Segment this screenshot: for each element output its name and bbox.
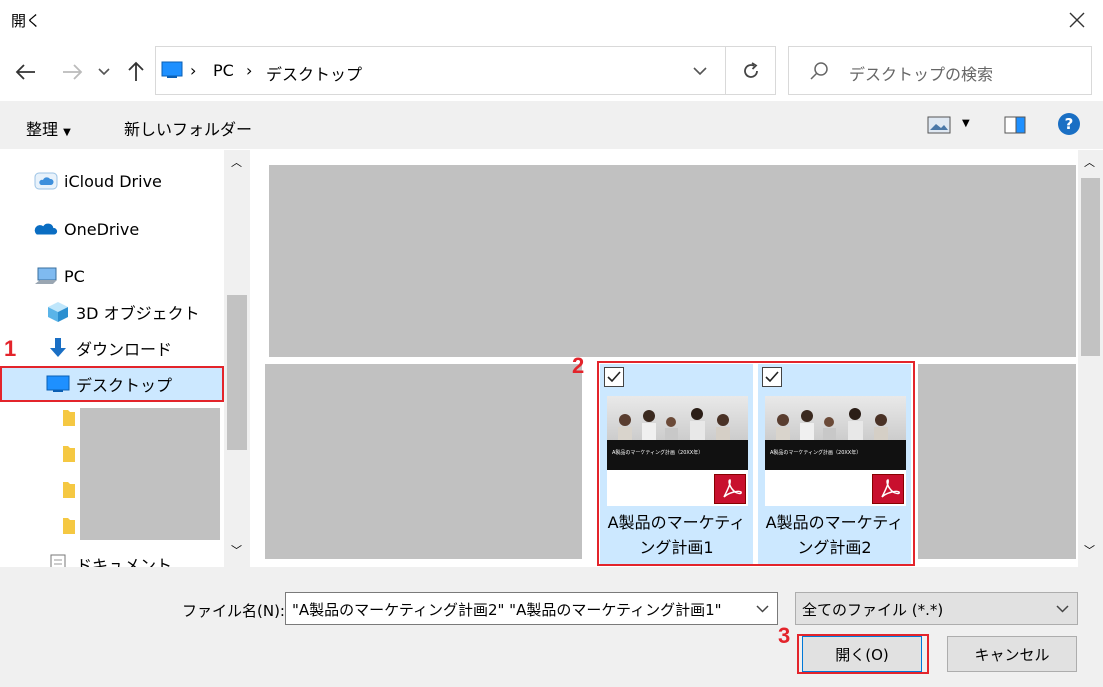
new-folder-button[interactable]: 新しいフォルダー — [124, 116, 252, 140]
onedrive-icon — [34, 217, 58, 241]
highlight-files — [597, 361, 915, 566]
chevron-down-icon[interactable] — [693, 67, 707, 76]
scroll-up-icon[interactable]: ︿ — [1084, 154, 1095, 170]
folder-icon[interactable] — [62, 480, 76, 500]
highlight-open-button — [797, 634, 929, 674]
chevron-down-icon[interactable] — [756, 605, 769, 613]
folder-icon[interactable] — [62, 408, 76, 428]
back-button[interactable] — [12, 58, 40, 86]
filename-input[interactable]: "A製品のマーケティング計画2" "A製品のマーケティング計画1" — [285, 592, 778, 625]
3d-objects-icon — [46, 300, 70, 324]
breadcrumb-separator-icon: › — [246, 61, 253, 80]
sidebar-scrollbar[interactable]: ︿ ﹀ — [224, 150, 250, 567]
redacted-folder-names — [80, 408, 220, 540]
breadcrumb-desktop[interactable]: デスクトップ — [266, 61, 362, 85]
file-view-scrollbar[interactable]: ︿ ﹀ — [1078, 150, 1103, 567]
sidebar-item-documents[interactable]: ドキュメント — [46, 548, 172, 567]
chevron-down-icon — [1056, 605, 1069, 613]
documents-icon — [46, 552, 70, 567]
scroll-down-icon[interactable]: ﹀ — [231, 542, 242, 558]
sidebar-scroll-thumb[interactable] — [227, 295, 247, 450]
recent-locations-button[interactable] — [94, 58, 114, 86]
close-icon — [1069, 12, 1085, 28]
title-bar: 開く — [0, 0, 1103, 40]
filetype-select[interactable]: 全てのファイル (*.*) — [795, 592, 1078, 625]
step-2-label: 2 — [572, 353, 585, 378]
help-icon[interactable]: ? — [1057, 112, 1081, 136]
view-options-icon[interactable] — [927, 116, 951, 134]
search-box[interactable]: デスクトップの検索 — [788, 46, 1092, 95]
scroll-up-icon[interactable]: ︿ — [231, 154, 242, 170]
cancel-button[interactable]: キャンセル — [947, 636, 1077, 672]
sidebar-item-downloads[interactable]: ダウンロード — [46, 332, 172, 364]
search-placeholder: デスクトップの検索 — [849, 65, 994, 84]
download-icon — [46, 336, 70, 360]
folder-icon[interactable] — [62, 516, 76, 536]
refresh-button[interactable] — [726, 46, 776, 95]
icloud-icon — [34, 169, 58, 193]
command-bar: 整理 ▼ 新しいフォルダー ▼ ? — [0, 101, 1103, 149]
pc-icon — [34, 264, 58, 288]
organize-button[interactable]: 整理 ▼ — [26, 116, 71, 140]
sidebar-item-3d-objects[interactable]: 3D オブジェクト — [46, 296, 200, 328]
caret-down-icon[interactable]: ▼ — [962, 118, 970, 129]
svg-text:?: ? — [1065, 115, 1074, 133]
filename-label: ファイル名(N): — [182, 602, 285, 620]
breadcrumb-pc[interactable]: PC — [213, 61, 234, 80]
refresh-icon — [743, 61, 758, 78]
breadcrumb-separator-icon: › — [190, 61, 197, 80]
redacted-file — [918, 364, 1076, 559]
preview-pane-icon[interactable] — [1004, 116, 1026, 134]
close-button[interactable] — [1063, 6, 1091, 34]
desktop-icon — [161, 61, 183, 78]
window-title: 開く — [11, 12, 42, 30]
step-1-label: 1 — [4, 336, 17, 361]
navigation-pane: iCloud Drive OneDrive PC 3D オブジェクト ダウンロー… — [0, 150, 252, 567]
arrow-up-icon — [128, 61, 144, 81]
up-button[interactable] — [122, 58, 150, 86]
forward-button[interactable] — [58, 58, 86, 86]
step-3-label: 3 — [778, 623, 791, 648]
highlight-desktop — [0, 366, 224, 402]
dialog-footer — [0, 567, 1103, 687]
folder-icon[interactable] — [62, 444, 76, 464]
sidebar-item-pc[interactable]: PC — [34, 260, 85, 292]
caret-down-icon: ▼ — [63, 127, 71, 138]
sidebar-item-icloud[interactable]: iCloud Drive — [34, 165, 162, 197]
arrow-right-icon — [63, 64, 83, 80]
redacted-file — [265, 364, 582, 559]
scroll-down-icon[interactable]: ﹀ — [1084, 542, 1095, 558]
arrow-left-icon — [15, 64, 35, 80]
chevron-down-icon — [98, 68, 110, 76]
redacted-file — [269, 165, 1076, 357]
address-bar[interactable]: › PC › デスクトップ — [155, 46, 726, 95]
search-icon — [810, 62, 828, 80]
sidebar-item-onedrive[interactable]: OneDrive — [34, 213, 139, 245]
file-view-scroll-thumb[interactable] — [1081, 178, 1100, 356]
